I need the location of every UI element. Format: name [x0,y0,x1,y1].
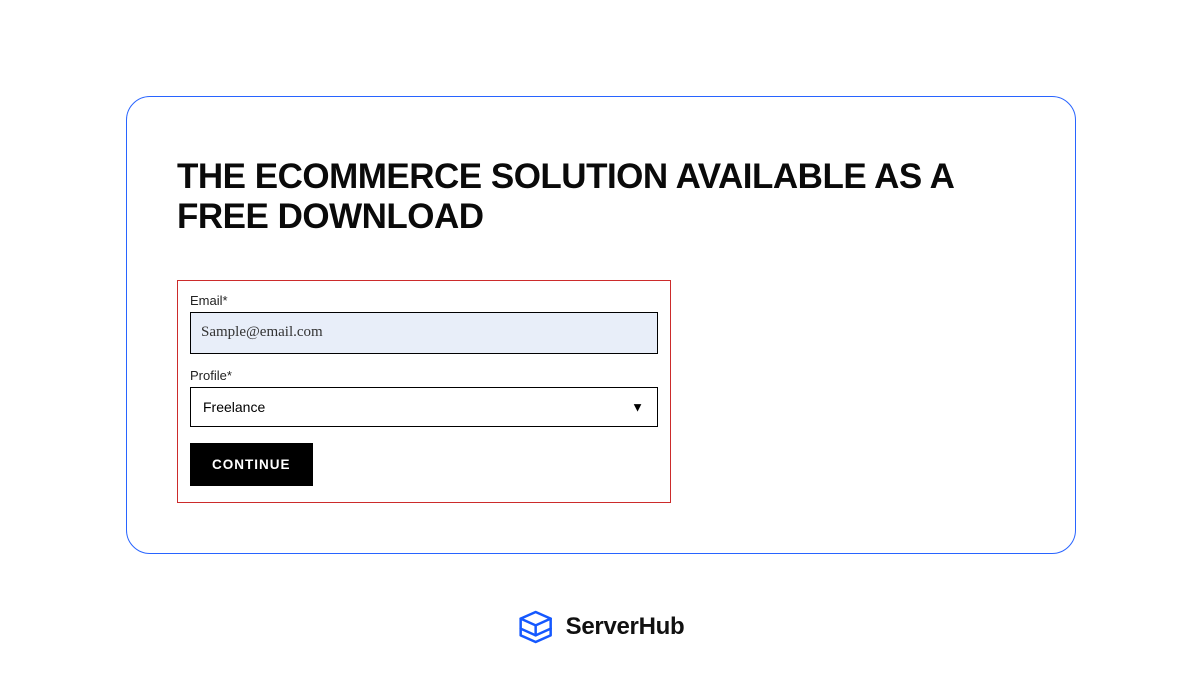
profile-select[interactable]: Freelance [190,387,658,427]
footer-brand-text: ServerHub [566,613,685,641]
footer-brand: ServerHub [516,607,685,647]
continue-button[interactable]: CONTINUE [190,443,313,486]
signup-form: Email* Profile* Freelance ▼ CONTINUE [177,280,671,503]
serverhub-logo-icon [516,607,556,647]
email-input[interactable] [190,312,658,354]
profile-select-wrap: Freelance ▼ [190,387,658,427]
download-card: THE ECOMMERCE SOLUTION AVAILABLE AS A FR… [126,96,1076,554]
page-heading: THE ECOMMERCE SOLUTION AVAILABLE AS A FR… [177,157,1025,238]
email-label: Email* [190,293,658,308]
profile-label: Profile* [190,368,658,383]
